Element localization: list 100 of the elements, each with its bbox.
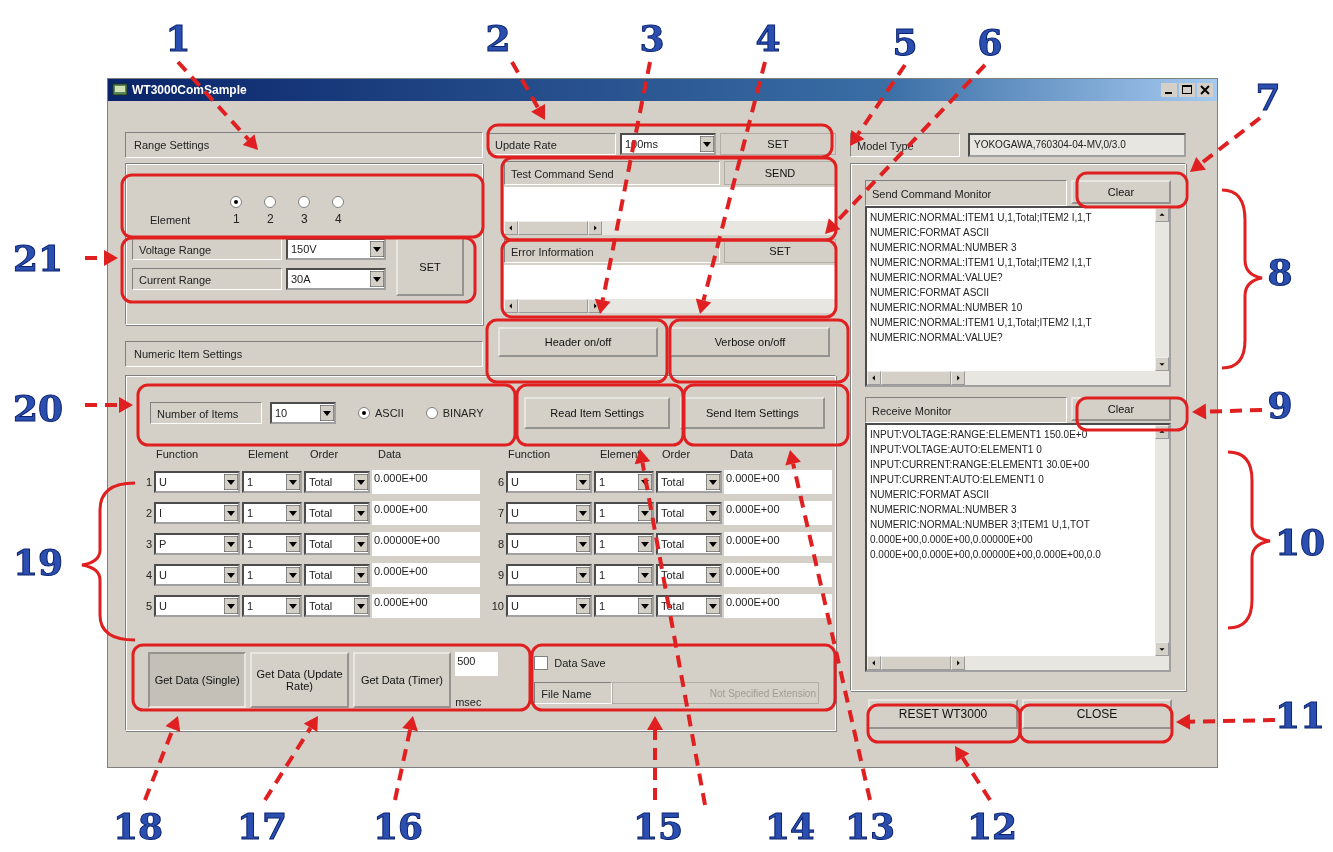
dropdown[interactable]: Total: [304, 594, 370, 617]
log-line: NUMERIC:NORMAL:NUMBER 3: [870, 241, 1018, 255]
read-settings-button[interactable]: Read Item Settings: [524, 397, 670, 429]
set-button[interactable]: SET: [720, 133, 836, 155]
maximize-icon[interactable]: [1179, 83, 1195, 97]
clear-button[interactable]: Clear: [1071, 180, 1171, 204]
callout-number: 8: [1266, 250, 1294, 295]
scroll-thumb[interactable]: [518, 221, 588, 235]
callout-number: 3: [638, 16, 666, 61]
get-data-button[interactable]: Get Data (Update Rate): [250, 652, 349, 708]
dropdown[interactable]: 30A: [286, 268, 386, 290]
radio-button[interactable]: [425, 407, 438, 419]
dropdown[interactable]: 1: [594, 594, 654, 617]
caret-icon: [286, 597, 300, 614]
command-input[interactable]: [504, 187, 836, 235]
callout-number: 13: [843, 804, 897, 849]
test-command-label: Test Command Send: [504, 161, 720, 185]
scroll-right-button[interactable]: [588, 221, 602, 235]
verbose-toggle-button[interactable]: Verbose on/off: [670, 327, 830, 357]
dropdown[interactable]: 1: [594, 470, 654, 493]
scroll-left-button[interactable]: [867, 656, 881, 670]
radio-button[interactable]: [358, 407, 370, 419]
dropdown[interactable]: I: [154, 501, 240, 524]
scroll-down-button[interactable]: [1155, 356, 1169, 371]
dropdown[interactable]: Total: [304, 532, 370, 555]
caret-icon: [576, 504, 590, 521]
monitor-label: Receive Monitor: [865, 396, 1067, 423]
dropdown[interactable]: 1: [242, 594, 302, 617]
dropdown[interactable]: U: [506, 532, 592, 555]
dropdown[interactable]: U: [506, 470, 592, 493]
dropdown[interactable]: 1: [242, 501, 302, 524]
dropdown[interactable]: 10: [270, 402, 336, 424]
current-range-label: Current Range: [132, 268, 282, 290]
send-button[interactable]: SEND: [724, 161, 836, 185]
dropdown[interactable]: U: [506, 501, 592, 524]
log-line: NUMERIC:FORMAT ASCII: [870, 286, 991, 300]
get-data-button[interactable]: Get Data (Timer): [352, 652, 452, 708]
scroll-down-button[interactable]: [1155, 642, 1169, 656]
send-settings-button[interactable]: Send Item Settings: [679, 397, 825, 429]
scroll-thumb[interactable]: [881, 370, 951, 385]
clear-button[interactable]: Clear: [1071, 396, 1171, 421]
caret-icon: [638, 597, 652, 614]
column-header: Order: [662, 448, 692, 462]
caret-icon: [370, 271, 384, 287]
dropdown[interactable]: 1: [594, 563, 654, 586]
dropdown[interactable]: U: [506, 563, 592, 586]
scroll-right-button[interactable]: [951, 370, 965, 385]
dropdown[interactable]: Total: [656, 470, 722, 493]
radio-button[interactable]: [230, 196, 243, 208]
dropdown[interactable]: 150V: [286, 238, 386, 260]
set-button[interactable]: SET: [396, 238, 464, 296]
scroll-left-button[interactable]: [504, 299, 518, 313]
dropdown[interactable]: Total: [656, 563, 722, 586]
dropdown[interactable]: Total: [304, 501, 370, 524]
caret-icon: [354, 597, 368, 614]
radio-button[interactable]: [332, 196, 345, 208]
dropdown[interactable]: 1: [594, 501, 654, 524]
column-header: Element: [248, 448, 290, 462]
radio-button[interactable]: [264, 196, 277, 208]
scroll-thumb[interactable]: [881, 656, 951, 670]
dropdown[interactable]: U: [154, 563, 240, 586]
close-button[interactable]: CLOSE: [1022, 699, 1172, 729]
close-icon[interactable]: [1197, 83, 1213, 97]
timer-field[interactable]: 500: [455, 652, 499, 676]
radio-button[interactable]: [298, 196, 311, 208]
file-name-label: File Name: [534, 682, 613, 704]
reset-button[interactable]: RESET WT3000: [868, 699, 1018, 729]
column-header: Element: [600, 448, 642, 462]
minimize-icon[interactable]: [1161, 83, 1177, 97]
dropdown[interactable]: 1: [594, 532, 654, 555]
scrollbar[interactable]: [504, 299, 836, 313]
dropdown[interactable]: P: [154, 532, 240, 555]
dropdown[interactable]: 1: [242, 563, 302, 586]
dropdown[interactable]: Total: [304, 470, 370, 493]
scrollbar[interactable]: [1155, 208, 1169, 371]
radio-label: ASCII: [375, 407, 404, 419]
column-header: Data: [730, 448, 754, 462]
scroll-thumb[interactable]: [518, 299, 588, 313]
scroll-right-button[interactable]: [951, 656, 965, 670]
dropdown[interactable]: Total: [304, 563, 370, 586]
scrollbar[interactable]: [1155, 424, 1169, 656]
dropdown[interactable]: U: [506, 594, 592, 617]
scrollbar[interactable]: [867, 656, 1169, 670]
scrollbar[interactable]: [867, 370, 1169, 385]
dropdown[interactable]: 1: [242, 470, 302, 493]
get-data-button[interactable]: Get Data (Single): [148, 652, 247, 708]
dropdown[interactable]: U: [154, 470, 240, 493]
dropdown[interactable]: Total: [656, 532, 722, 555]
log-line: INPUT:CURRENT:AUTO:ELEMENT1 0: [870, 472, 1045, 487]
checkbox[interactable]: [534, 656, 549, 670]
voltage-range-label: Voltage Range: [132, 238, 282, 260]
scrollbar[interactable]: [504, 221, 836, 235]
scroll-left-button[interactable]: [504, 221, 518, 235]
data-field: 0.000E+00: [724, 531, 832, 556]
dropdown[interactable]: U: [154, 594, 240, 617]
callout-number: 20: [11, 386, 65, 431]
scroll-left-button[interactable]: [867, 370, 881, 385]
dropdown[interactable]: Total: [656, 501, 722, 524]
dropdown[interactable]: 1: [242, 532, 302, 555]
header-toggle-button[interactable]: Header on/off: [498, 327, 658, 357]
